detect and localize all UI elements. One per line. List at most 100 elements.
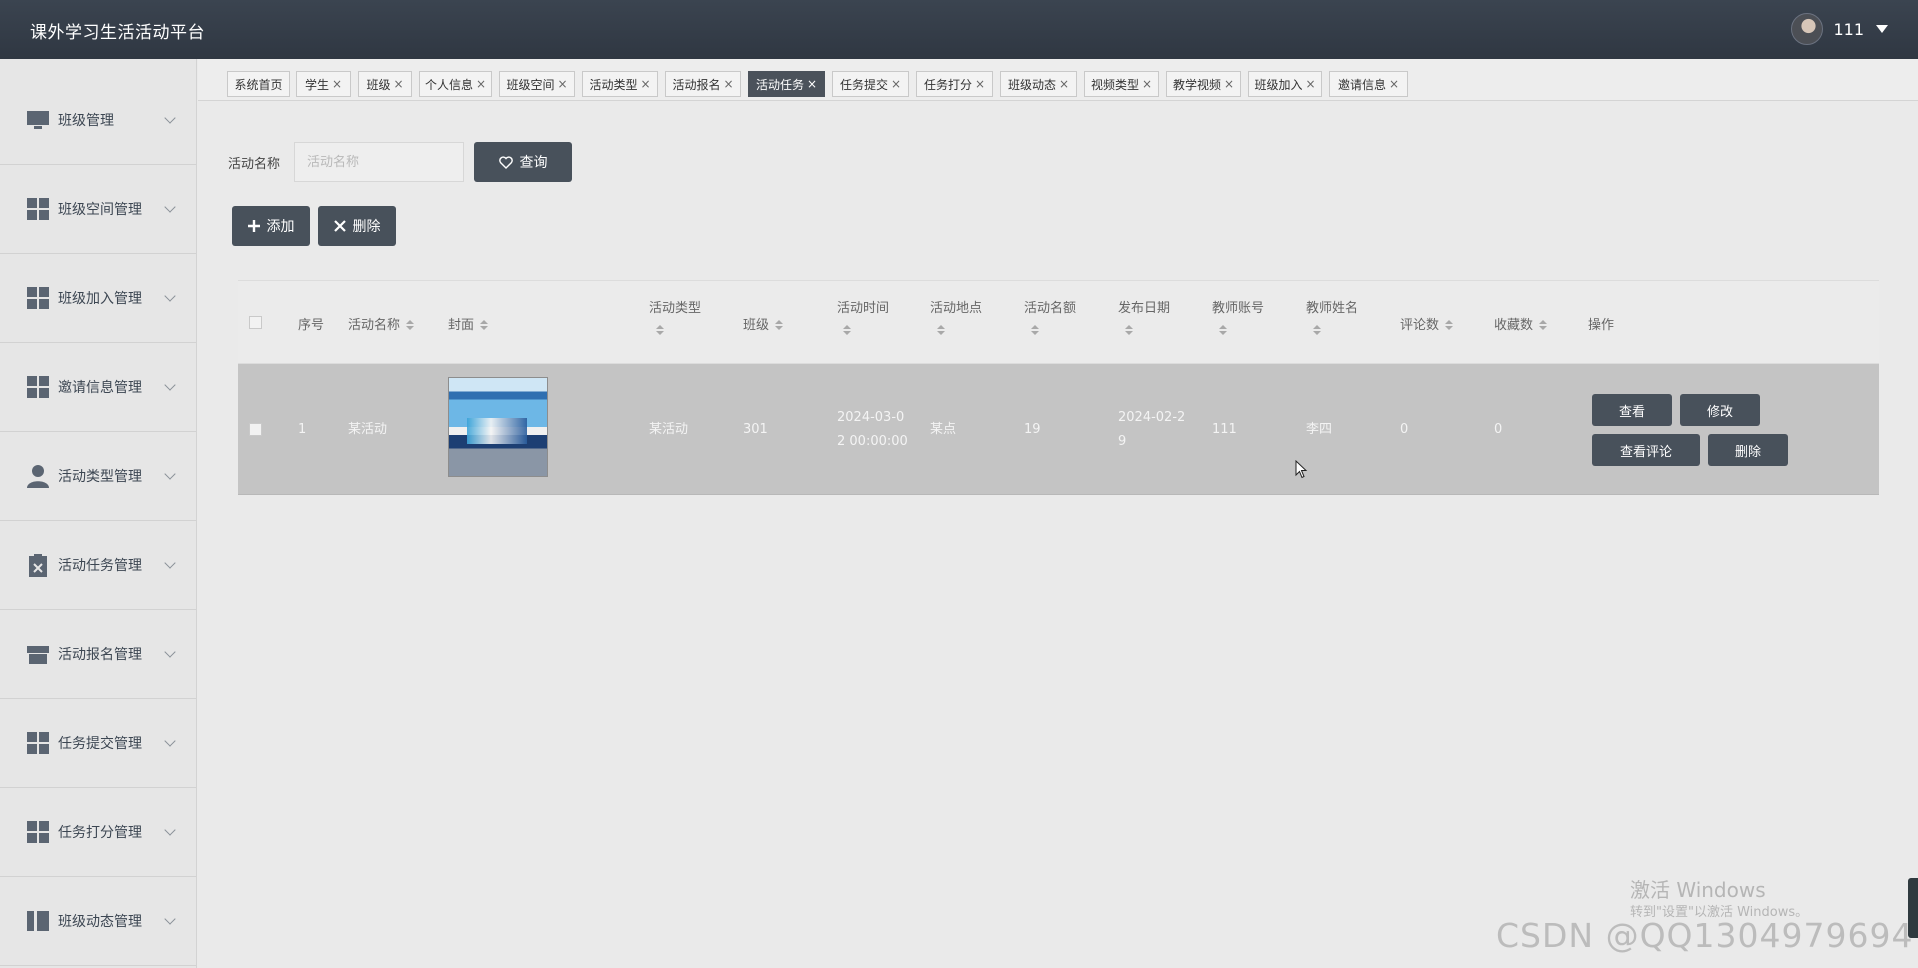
tab-label: 班级 (366, 77, 391, 92)
side-widget-handle[interactable] (1908, 878, 1918, 938)
sort-icon[interactable] (1125, 325, 1133, 337)
search-label: 活动名称 (228, 157, 281, 172)
cell-date-line1: 2024-02-2 (1118, 410, 1186, 425)
sort-icon[interactable] (406, 319, 415, 332)
edit-button[interactable]: 修改 (1680, 394, 1760, 426)
col-place[interactable]: 活动地点 (930, 297, 982, 316)
tab-close-icon[interactable]: × (476, 77, 486, 91)
tab-item[interactable]: 班级 × (358, 71, 412, 97)
col-favorites-label: 收藏数 (1494, 318, 1534, 333)
activity-name-input[interactable] (294, 142, 464, 182)
sidebar-item-class-space[interactable]: 班级空间管理 (0, 165, 196, 254)
col-favorites[interactable]: 收藏数 (1494, 314, 1548, 333)
chevron-down-icon (164, 735, 176, 747)
monitor-icon (27, 111, 49, 129)
clipboard-icon (29, 554, 47, 577)
col-type[interactable]: 活动类型 (649, 297, 701, 316)
add-button[interactable]: 添加 (232, 206, 310, 246)
tab-item[interactable]: 任务提交 × (832, 71, 909, 97)
tab-close-icon[interactable]: × (557, 77, 567, 91)
tab-close-icon[interactable]: × (807, 77, 817, 91)
col-teacher-name[interactable]: 教师姓名 (1306, 297, 1358, 316)
cover-image (448, 377, 548, 477)
plus-icon (247, 220, 260, 232)
sidebar-item-class-join[interactable]: 班级加入管理 (0, 254, 196, 343)
cell-time-line2: 2 00:00:00 (837, 434, 908, 449)
tab-close-icon[interactable]: × (640, 77, 650, 91)
col-class[interactable]: 班级 (743, 314, 784, 333)
sort-icon[interactable] (843, 325, 851, 337)
tab-bar: 系统首页 学生 × 班级 × 个人信息 × 班级空间 × 活动类型 × 活动报名 × 活动任务 × 任务提交 ×… (198, 59, 1918, 101)
tab-close-icon[interactable]: × (1224, 77, 1234, 91)
tab-item[interactable]: 班级空间 × (499, 71, 575, 97)
col-cover[interactable]: 封面 (448, 314, 489, 333)
row-delete-button[interactable]: 删除 (1708, 434, 1788, 466)
add-button-label: 添加 (266, 219, 295, 235)
chevron-down-icon (164, 468, 176, 480)
tab-close-icon[interactable]: × (1305, 77, 1315, 91)
sidebar-item-activity-type[interactable]: 活动类型管理 (0, 432, 196, 521)
sidebar-item-label: 班级空间管理 (58, 202, 142, 218)
tab-close-icon[interactable]: × (891, 77, 901, 91)
avatar[interactable] (1791, 13, 1824, 45)
row-checkbox[interactable] (249, 423, 262, 436)
tab-item[interactable]: 班级动态 × (1000, 71, 1077, 97)
user-menu[interactable]: 111 (1791, 13, 1888, 45)
col-teacher-account[interactable]: 教师账号 (1212, 297, 1264, 316)
tab-item[interactable]: 任务打分 × (916, 71, 993, 97)
sidebar-item-class[interactable]: 班级管理 (0, 76, 196, 165)
user-name[interactable]: 111 (1833, 20, 1864, 39)
tab-item[interactable]: 学生 × (296, 71, 351, 97)
sort-icon[interactable] (656, 325, 664, 337)
tab-close-icon[interactable]: × (332, 77, 342, 91)
delete-button[interactable]: 删除 (318, 206, 396, 246)
tab-close-icon[interactable]: × (1059, 77, 1069, 91)
col-comments-label: 评论数 (1400, 318, 1440, 333)
tab-close-icon[interactable]: × (1389, 77, 1399, 91)
sort-icon[interactable] (1313, 325, 1321, 337)
tab-item[interactable]: 班级加入 × (1248, 71, 1322, 97)
tab-close-icon[interactable]: × (1142, 77, 1152, 91)
select-all-checkbox[interactable] (249, 316, 262, 329)
tab-item[interactable]: 个人信息 × (419, 71, 492, 97)
caret-down-icon[interactable] (1876, 25, 1888, 33)
sort-icon[interactable] (937, 325, 945, 337)
sidebar-item-task-score[interactable]: 任务打分管理 (0, 788, 196, 877)
tab-item[interactable]: 活动报名 × (665, 71, 741, 97)
sidebar-item-activity-task[interactable]: 活动任务管理 (0, 521, 196, 610)
tab-close-icon[interactable]: × (393, 77, 403, 91)
sort-icon[interactable] (775, 319, 784, 332)
col-comments[interactable]: 评论数 (1400, 314, 1454, 333)
tab-item[interactable]: 活动类型 × (582, 71, 658, 97)
grid-icon (27, 287, 49, 309)
tab-item[interactable]: 邀请信息 × (1329, 71, 1408, 97)
sidebar-item-class-news[interactable]: 班级动态管理 (0, 877, 196, 966)
tab-item[interactable]: 系统首页 (227, 71, 290, 97)
col-date[interactable]: 发布日期 (1118, 297, 1170, 316)
tab-label: 班级空间 (506, 77, 555, 92)
tab-item[interactable]: 视频类型 × (1084, 71, 1159, 97)
sidebar-item-activity-signup[interactable]: 活动报名管理 (0, 610, 196, 699)
sort-icon[interactable] (1219, 325, 1227, 337)
col-name[interactable]: 活动名称 (348, 314, 415, 333)
tab-close-icon[interactable]: × (975, 77, 985, 91)
tab-close-icon[interactable]: × (723, 77, 733, 91)
tab-label: 学生 (304, 77, 329, 92)
col-time[interactable]: 活动时间 (837, 297, 889, 316)
col-index: 序号 (298, 318, 325, 333)
query-button[interactable]: 查询 (474, 142, 572, 182)
col-quota[interactable]: 活动名额 (1024, 297, 1076, 316)
sort-icon[interactable] (1539, 319, 1548, 332)
sidebar-item-invite[interactable]: 邀请信息管理 (0, 343, 196, 432)
sidebar-item-task-submit[interactable]: 任务提交管理 (0, 699, 196, 788)
tab-label: 任务打分 (923, 77, 972, 92)
view-button[interactable]: 查看 (1592, 394, 1672, 426)
tab-item[interactable]: 活动任务 × (748, 71, 825, 97)
tab-item[interactable]: 教学视频 × (1166, 71, 1241, 97)
sort-icon[interactable] (1445, 319, 1454, 332)
sort-icon[interactable] (1031, 325, 1039, 337)
table-row[interactable]: 1 某活动 某活动 301 2024-03-0 2 00:00:00 某点 19… (238, 364, 1879, 495)
sort-icon[interactable] (480, 319, 489, 332)
book-icon (27, 911, 49, 931)
view-comments-button[interactable]: 查看评论 (1592, 434, 1700, 466)
